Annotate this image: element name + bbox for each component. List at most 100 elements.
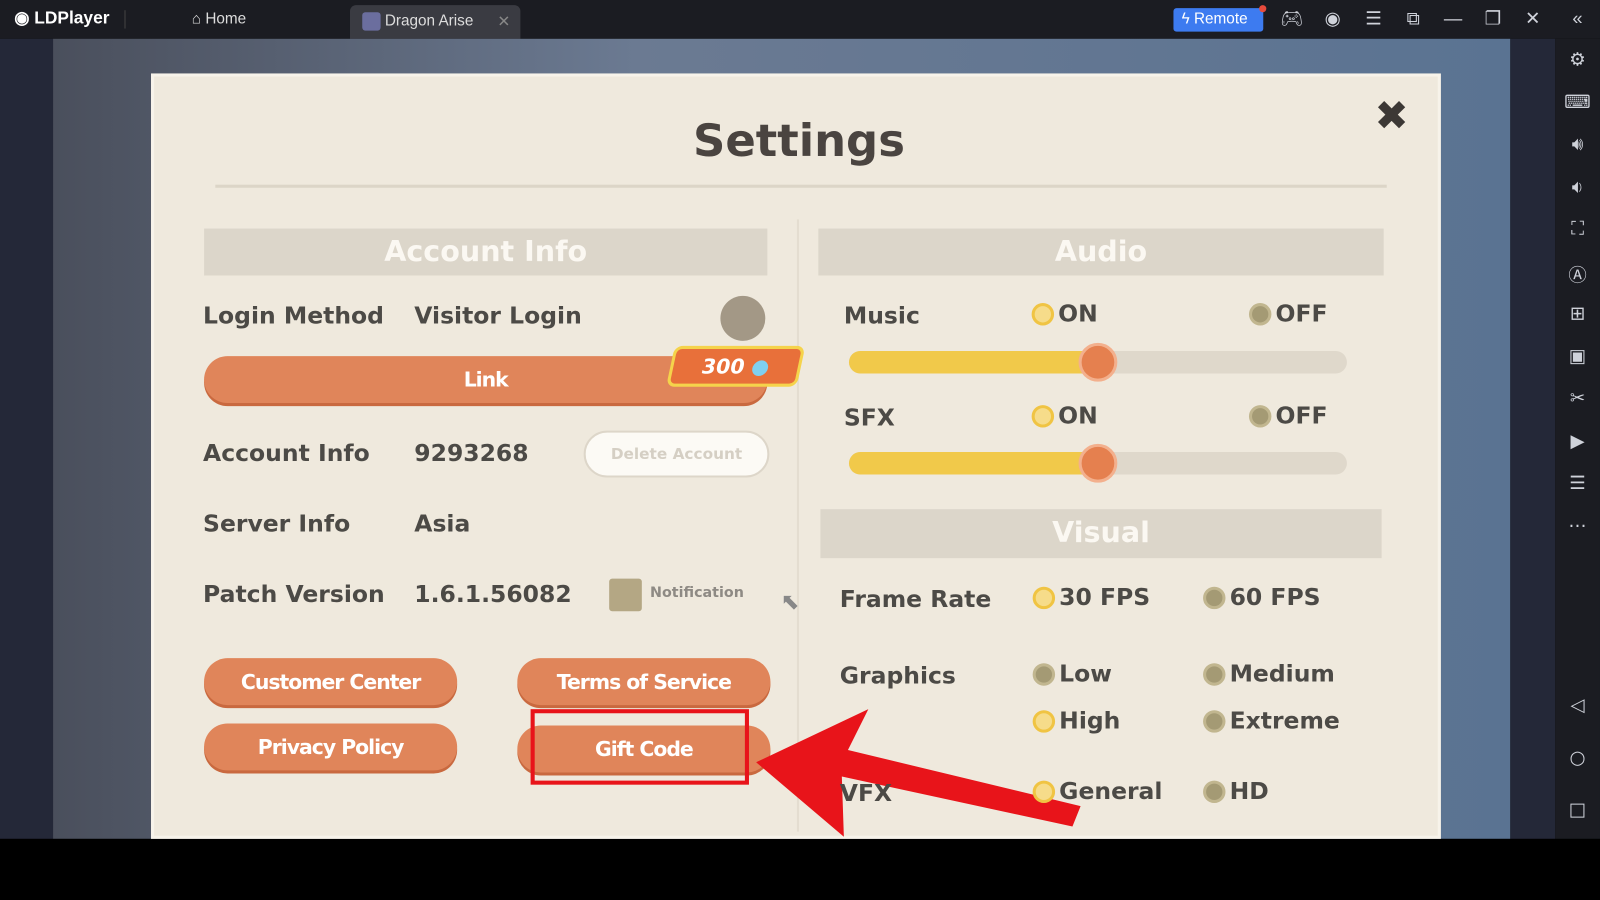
radio-icon [1032,780,1056,804]
vfx-general-radio[interactable]: General [1032,778,1163,806]
account-info-label: Account Info [203,440,370,468]
radio-icon [1032,586,1056,610]
highlight-box [530,709,749,785]
sfx-on-radio[interactable]: ON [1031,403,1098,430]
radio-icon [1248,303,1272,326]
fps60-radio[interactable]: 60 FPS [1203,585,1321,611]
close-settings-icon[interactable]: ✖ [1374,93,1408,140]
graphics-extreme-radio[interactable]: Extreme [1203,708,1340,735]
sfx-off-radio[interactable]: OFF [1248,403,1328,430]
customer-center-button[interactable]: Customer Center [204,658,458,706]
scissors-icon[interactable]: ✂ [1555,388,1600,409]
radio-icon [1031,405,1055,428]
screenshot-icon[interactable]: ⛶ [1555,218,1600,239]
privacy-policy-button[interactable]: Privacy Policy [204,723,458,771]
tab-dragon-arise[interactable]: Dragon Arise ✕ [349,5,521,39]
close-tab-icon[interactable]: ✕ [497,12,510,30]
add-window-icon[interactable]: ⊞ [1555,303,1600,324]
server-value: Asia [414,511,471,538]
slider-handle[interactable] [1078,443,1118,483]
vfx-label: VFX [839,780,893,808]
graphics-label: Graphics [839,663,956,690]
music-on-radio[interactable]: ON [1031,301,1098,328]
settings-icon[interactable]: ⚙ [1555,49,1600,70]
record-icon[interactable]: ▶ [1555,430,1600,451]
sfx-slider[interactable] [848,443,1347,483]
divider [215,184,1387,188]
vfx-hd-radio[interactable]: HD [1203,778,1269,806]
visitor-avatar-icon [720,295,766,341]
home-circle-icon[interactable]: ○ [1555,747,1600,768]
resize-icon[interactable]: ⧉ [1391,8,1436,29]
radio-icon [1032,663,1056,686]
back-icon[interactable]: ◁ [1555,695,1600,716]
graphics-high-radio[interactable]: High [1032,708,1120,735]
slider-handle[interactable] [1078,342,1118,382]
option-label: 30 FPS [1059,584,1151,612]
gamepad-icon[interactable]: 🎮︎ [1269,8,1314,29]
title-bar: ◉ LDPlayer ⌂ Home Dragon Arise ✕ ϟ Remote… [0,0,1600,39]
radio-icon [1203,586,1226,610]
apk-icon[interactable]: ▣ [1555,345,1600,366]
minimize-icon[interactable]: — [1431,8,1476,29]
radio-icon [1032,710,1056,733]
option-label: ON [1058,301,1098,328]
collapse-sidebar-icon[interactable]: « [1555,8,1600,29]
graphics-medium-radio[interactable]: Medium [1203,661,1335,688]
music-slider[interactable] [848,342,1347,382]
button-label: Terms of Service [556,669,732,694]
patch-version-label: Patch Version [203,581,385,609]
right-toolbar: ⚙ ⌨ 🔊︎ 🔉︎ ⛶ Ⓐ ⊞ ▣ ✂ ▶ ☰ ⋯ ◁ ○ □ [1555,38,1600,839]
music-off-radio[interactable]: OFF [1248,301,1328,328]
graphics-low-radio[interactable]: Low [1032,661,1112,688]
page-title: Settings [692,115,905,168]
radio-icon [1031,303,1055,326]
sfx-label: SFX [843,405,895,432]
recents-icon[interactable]: □ [1555,799,1600,820]
tab-home[interactable]: ⌂ Home [192,10,246,27]
reward-badge: 300 ● [666,345,806,387]
reward-amount: 300 [699,354,748,379]
option-label: HD [1229,778,1269,806]
radio-icon [1203,710,1226,733]
audio-header: Audio [818,228,1384,276]
menu-icon[interactable]: ☰ [1351,8,1396,29]
option-label: OFF [1275,301,1328,328]
notification-checkbox[interactable] [609,578,642,612]
account-info-header: Account Info [204,228,768,276]
server-info-label: Server Info [203,511,351,538]
remote-label: Remote [1193,10,1248,28]
radio-icon [1203,780,1226,804]
app-name: LDPlayer [34,8,110,28]
delete-account-label: Delete Account [610,444,743,464]
app-logo: ◉ LDPlayer [14,8,109,28]
auto-icon[interactable]: Ⓐ [1555,261,1600,288]
home-icon: ⌂ [191,10,202,28]
terms-of-service-button[interactable]: Terms of Service [517,658,771,706]
option-label: Extreme [1229,708,1340,735]
remote-button[interactable]: ϟ Remote [1173,8,1264,32]
notification-label: Notification [649,584,744,602]
account-icon[interactable]: ◉ [1310,8,1355,29]
sync-icon[interactable]: ☰ [1555,472,1600,493]
volume-up-icon[interactable]: 🔊︎ [1555,134,1600,155]
radio-icon [1203,663,1226,686]
volume-down-icon[interactable]: 🔉︎ [1555,176,1600,197]
more-icon[interactable]: ⋯ [1555,515,1600,536]
fps30-radio[interactable]: 30 FPS [1032,584,1151,612]
button-label: Privacy Policy [257,734,405,760]
option-label: General [1059,778,1163,806]
visual-header: Visual [820,509,1382,559]
delete-account-button[interactable]: Delete Account [583,430,770,478]
keyboard-icon[interactable]: ⌨ [1555,91,1600,112]
tab-label: Home [205,10,247,28]
tab-label: Dragon Arise [384,12,474,30]
restore-icon[interactable]: ❐ [1470,8,1515,29]
lightning-icon: ϟ [1181,10,1190,28]
game-icon [362,12,381,31]
account-id: 9293268 [414,440,529,468]
login-method-label: Login Method [203,303,384,330]
music-label: Music [843,303,920,330]
mouse-cursor-icon: ⬉ [780,589,800,616]
close-icon[interactable]: ✕ [1510,8,1555,29]
